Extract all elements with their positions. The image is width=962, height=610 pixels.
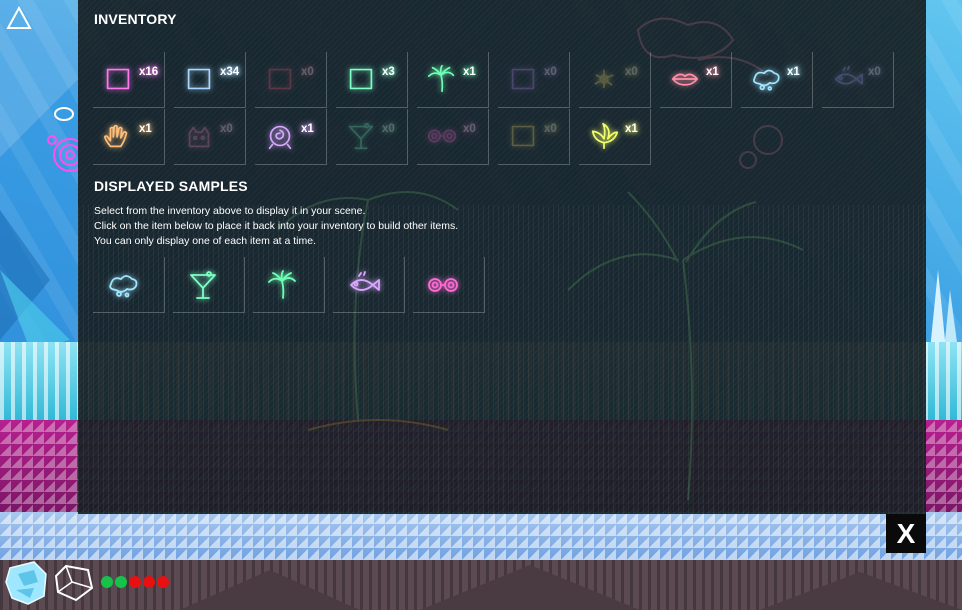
- close-button[interactable]: X: [886, 514, 926, 553]
- item-count: x1: [706, 66, 719, 78]
- item-count: x0: [220, 123, 233, 135]
- status-dot: [101, 576, 113, 588]
- instruction-line: Click on the item below to place it back…: [94, 220, 459, 232]
- item-count: x0: [544, 66, 557, 78]
- status-dot: [115, 576, 127, 588]
- item-count: x34: [220, 66, 240, 78]
- palm-tree-icon: [268, 270, 296, 299]
- crystal-shards: [0, 210, 70, 350]
- displayed-sample-slot[interactable]: [173, 257, 245, 313]
- status-dot: [143, 576, 155, 588]
- displayed-sample-slot[interactable]: [93, 257, 165, 313]
- lips-icon: [671, 73, 699, 86]
- item-count: x16: [139, 66, 159, 78]
- pale-layer: [0, 512, 962, 562]
- displayed-samples-heading: DISPLAYED SAMPLES: [94, 178, 248, 194]
- cloud-icon: [109, 275, 138, 298]
- instruction-line: Select from the inventory above to displ…: [94, 205, 366, 217]
- inventory-slot[interactable]: x1: [741, 52, 813, 108]
- martini-icon: [190, 271, 216, 299]
- triangle-menu-icon[interactable]: [6, 6, 32, 30]
- ice-spike: [930, 270, 958, 350]
- item-count: x0: [544, 123, 557, 135]
- instruction-line: You can only display one of each item at…: [94, 235, 316, 247]
- status-dots: [101, 576, 169, 588]
- cloud-icon: [753, 69, 780, 91]
- cat-icon: [188, 126, 210, 148]
- inventory-slot[interactable]: x0: [336, 109, 408, 165]
- item-count: x1: [787, 66, 800, 78]
- player-face-icon[interactable]: [4, 560, 48, 606]
- item-count: x0: [868, 66, 881, 78]
- glasses-icon: [428, 278, 458, 292]
- inventory-slot[interactable]: x1: [93, 109, 165, 165]
- displayed-sample-slot[interactable]: [253, 257, 325, 313]
- inventory-row-1: x16 x34 x0 x3 x1 x0 x0 x1 x1 x0: [93, 52, 903, 108]
- displayed-sample-slot[interactable]: [333, 257, 405, 313]
- item-count: x0: [301, 66, 314, 78]
- displayed-sample-slot[interactable]: [413, 257, 485, 313]
- inventory-slot[interactable]: x3: [336, 52, 408, 108]
- square-sample-icon: [511, 68, 535, 90]
- item-count: x1: [139, 123, 152, 135]
- inventory-slot[interactable]: x0: [174, 109, 246, 165]
- inventory-slot[interactable]: x1: [579, 109, 651, 165]
- panel-stripes: [78, 205, 926, 514]
- item-count: x0: [463, 123, 476, 135]
- palm-tree-icon: [427, 64, 455, 93]
- crystal-gem-icon[interactable]: [54, 562, 94, 602]
- inventory-slot[interactable]: x1: [660, 52, 732, 108]
- inventory-panel: INVENTORY x16 x34 x0 x3 x1 x0 x0 x1 x1 x0 x1 x0 x1 x…: [78, 0, 926, 514]
- displayed-samples-row: [93, 257, 493, 313]
- inventory-slot[interactable]: x34: [174, 52, 246, 108]
- item-count: x1: [625, 123, 638, 135]
- inventory-slot[interactable]: x0: [822, 52, 894, 108]
- item-count: x1: [463, 66, 476, 78]
- status-dot: [129, 576, 141, 588]
- item-count: x0: [382, 123, 395, 135]
- square-sample-icon: [511, 125, 535, 147]
- square-sample-icon: [268, 68, 292, 90]
- item-count: x0: [625, 66, 638, 78]
- leaf-plant-icon: [591, 122, 619, 150]
- inventory-row-2: x1 x0 x1 x0 x0 x0 x1: [93, 109, 660, 165]
- status-dot: [157, 576, 169, 588]
- fish-icon: [834, 65, 863, 85]
- inventory-slot[interactable]: x16: [93, 52, 165, 108]
- inventory-slot[interactable]: x0: [498, 52, 570, 108]
- inventory-heading: INVENTORY: [94, 11, 177, 27]
- splat-icon: [594, 69, 614, 89]
- inventory-slot[interactable]: x0: [498, 109, 570, 165]
- inventory-slot[interactable]: x0: [255, 52, 327, 108]
- inventory-slot[interactable]: x0: [579, 52, 651, 108]
- fish-icon: [350, 271, 380, 291]
- item-count: x3: [382, 66, 395, 78]
- hand-icon: [103, 124, 128, 148]
- rose-icon: [268, 125, 292, 150]
- item-count: x1: [301, 123, 314, 135]
- square-sample-icon: [349, 68, 373, 90]
- glasses-icon: [427, 129, 457, 143]
- instructions-text: Select from the inventory above to displ…: [94, 204, 458, 249]
- inventory-slot[interactable]: x0: [417, 109, 489, 165]
- inventory-slot[interactable]: x1: [255, 109, 327, 165]
- inventory-slot[interactable]: x1: [417, 52, 489, 108]
- square-sample-icon: [106, 68, 130, 90]
- square-sample-icon: [187, 68, 211, 90]
- martini-icon: [348, 122, 374, 150]
